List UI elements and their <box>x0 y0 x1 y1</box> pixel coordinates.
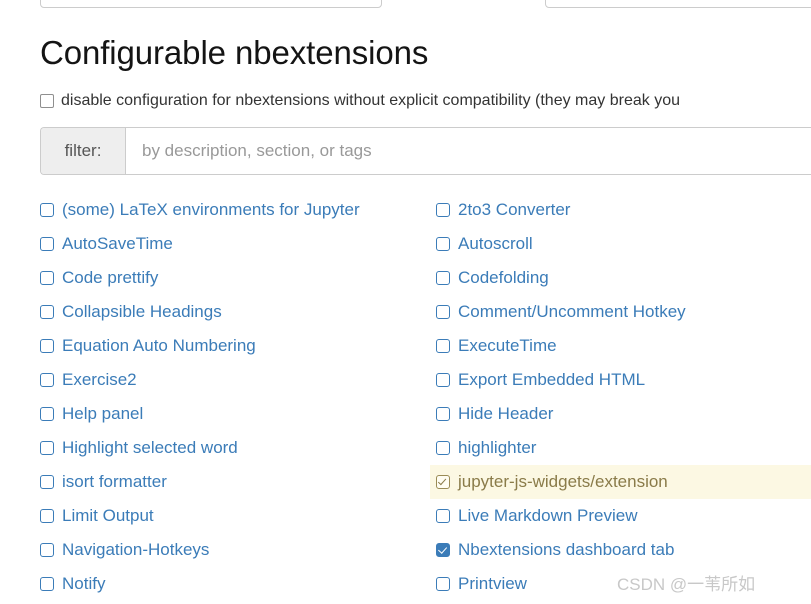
page-title: Configurable nbextensions <box>40 34 429 71</box>
extension-label: ExecuteTime <box>458 336 557 356</box>
extension-label: AutoSaveTime <box>62 234 173 254</box>
extension-item[interactable]: Limit Output <box>40 499 430 533</box>
extension-item[interactable]: Code prettify <box>40 261 430 295</box>
extension-label: Codefolding <box>458 268 549 288</box>
extension-checkbox[interactable] <box>436 339 450 354</box>
disable-configuration-row: disable configuration for nbextensions w… <box>40 92 811 110</box>
extension-label: Limit Output <box>62 506 154 526</box>
extension-label: Help panel <box>62 404 144 424</box>
extension-checkbox[interactable] <box>40 441 54 456</box>
extension-label: Collapsible Headings <box>62 302 222 322</box>
extension-checkbox[interactable] <box>436 577 450 592</box>
filter-input[interactable] <box>126 128 811 175</box>
extension-checkbox[interactable] <box>40 203 54 218</box>
filter-prefix-label: filter: <box>41 128 126 175</box>
extension-item[interactable]: Collapsible Headings <box>40 295 430 329</box>
extension-label: (some) LaTeX environments for Jupyter <box>62 200 360 220</box>
extension-checkbox[interactable] <box>436 509 450 524</box>
extension-item[interactable]: isort formatter <box>40 465 430 499</box>
extension-label: Code prettify <box>62 268 159 288</box>
extension-item[interactable]: 2to3 Converter <box>430 193 811 227</box>
extension-checkbox[interactable] <box>40 339 54 354</box>
extension-label: Hide Header <box>458 404 554 424</box>
disable-configuration-label: disable configuration for nbextensions w… <box>61 92 680 110</box>
extension-checkbox[interactable] <box>436 373 450 388</box>
extensions-column-right: 2to3 Converter Autoscroll Codefolding Comme… <box>430 193 811 601</box>
extension-label: 2to3 Converter <box>458 200 571 220</box>
disable-configuration-checkbox[interactable] <box>40 94 54 109</box>
extension-checkbox[interactable] <box>40 407 54 422</box>
extension-label: Navigation-Hotkeys <box>62 540 210 560</box>
extension-item[interactable]: (some) LaTeX environments for Jupyter <box>40 193 430 227</box>
extension-item[interactable]: Export Embedded HTML <box>430 363 811 397</box>
extension-item[interactable]: Comment/Uncomment Hotkey <box>430 295 811 329</box>
filter-bar: filter: <box>40 127 811 176</box>
extension-item[interactable]: Hide Header <box>430 397 811 431</box>
extension-label: Export Embedded HTML <box>458 370 646 390</box>
extension-label: Printview <box>458 574 527 594</box>
extension-checkbox[interactable] <box>436 271 450 286</box>
extension-checkbox[interactable] <box>436 305 450 320</box>
extension-item[interactable]: jupyter-js-widgets/extension <box>430 465 811 500</box>
extension-item[interactable]: Notify <box>40 567 430 601</box>
extension-checkbox[interactable] <box>40 271 54 286</box>
extension-item[interactable]: Autoscroll <box>430 227 811 261</box>
extension-checkbox[interactable] <box>40 237 54 252</box>
extension-item[interactable]: Nbextensions dashboard tab <box>430 533 811 567</box>
extension-checkbox[interactable] <box>436 407 450 422</box>
extension-item[interactable]: Help panel <box>40 397 430 431</box>
extension-checkbox[interactable] <box>436 543 450 558</box>
extension-label: Notify <box>62 574 106 594</box>
extension-label: Equation Auto Numbering <box>62 336 256 356</box>
extension-item[interactable]: Live Markdown Preview <box>430 499 811 533</box>
extension-label: isort formatter <box>62 472 167 492</box>
extension-checkbox[interactable] <box>436 237 450 252</box>
extension-label: Live Markdown Preview <box>458 506 638 526</box>
extension-item[interactable]: Codefolding <box>430 261 811 295</box>
extension-checkbox[interactable] <box>436 441 450 456</box>
extension-label: Nbextensions dashboard tab <box>458 540 675 560</box>
extension-label: jupyter-js-widgets/extension <box>458 472 668 492</box>
extension-checkbox[interactable] <box>40 509 54 524</box>
extension-item[interactable]: highlighter <box>430 431 811 465</box>
extension-checkbox[interactable] <box>436 475 450 490</box>
extension-label: highlighter <box>458 438 537 458</box>
csdn-watermark: CSDN @一苇所如 <box>617 575 756 594</box>
extension-item[interactable]: Exercise2 <box>40 363 430 397</box>
extension-checkbox[interactable] <box>40 305 54 320</box>
extension-item[interactable]: ExecuteTime <box>430 329 811 363</box>
extension-checkbox[interactable] <box>40 373 54 388</box>
extension-item[interactable]: AutoSaveTime <box>40 227 430 261</box>
extension-label: Exercise2 <box>62 370 137 390</box>
extension-item[interactable]: Navigation-Hotkeys <box>40 533 430 567</box>
extension-checkbox[interactable] <box>40 577 54 592</box>
extension-item[interactable]: Equation Auto Numbering <box>40 329 430 363</box>
extension-item[interactable]: Highlight selected word <box>40 431 430 465</box>
extensions-column-left: (some) LaTeX environments for Jupyter Aut… <box>0 193 430 601</box>
extension-label: Autoscroll <box>458 234 533 254</box>
extensions-list: (some) LaTeX environments for Jupyter Aut… <box>0 193 811 601</box>
extension-label: Comment/Uncomment Hotkey <box>458 302 686 322</box>
extension-checkbox[interactable] <box>40 543 54 558</box>
extension-checkbox[interactable] <box>40 475 54 490</box>
configurable-nbextensions-page: Configurable nbextensions disable config… <box>0 0 811 604</box>
extension-checkbox[interactable] <box>436 203 450 218</box>
extension-label: Highlight selected word <box>62 438 238 458</box>
